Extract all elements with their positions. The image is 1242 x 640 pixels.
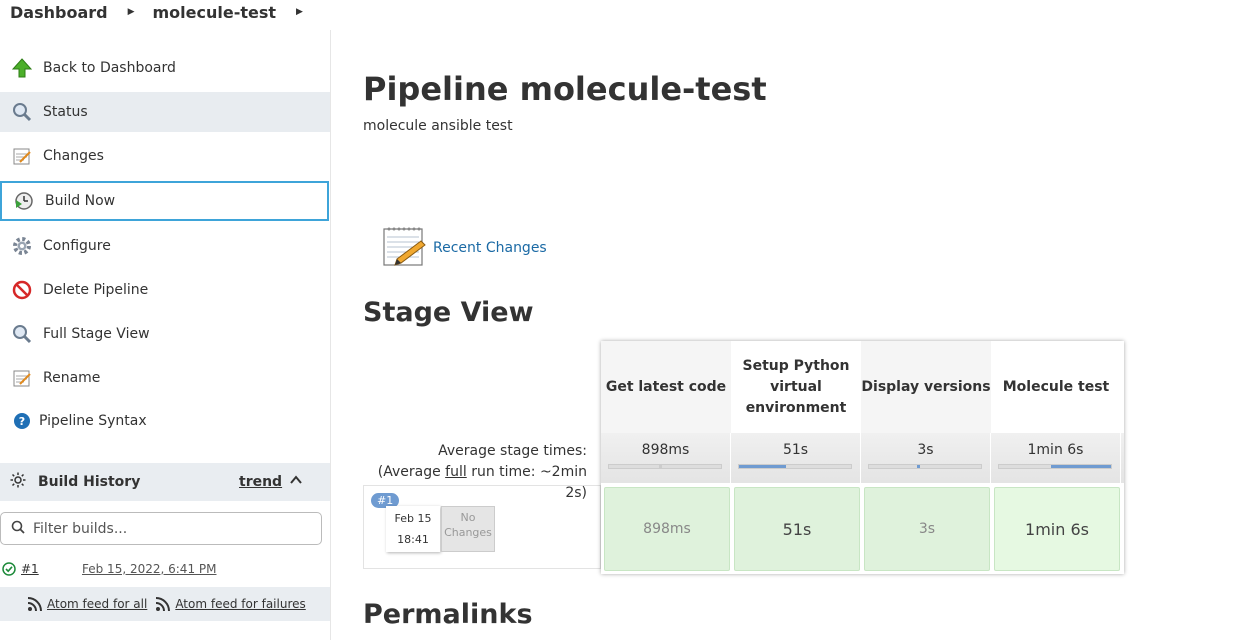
no-entry-icon bbox=[11, 279, 33, 301]
average-time-bar-fill bbox=[1051, 465, 1111, 468]
breadcrumb: Dashboard ▶ molecule-test ▶ bbox=[0, 0, 321, 24]
sidebar-item-build-now[interactable]: Build Now bbox=[0, 181, 329, 221]
stage-header-molecule-test: Molecule test bbox=[1002, 378, 1110, 395]
average-time-bar bbox=[608, 464, 722, 469]
sidebar-item-status[interactable]: Status bbox=[0, 92, 330, 132]
sidebar-item-rename[interactable]: Rename bbox=[0, 358, 330, 398]
build-time: 18:41 bbox=[397, 533, 429, 546]
stage-cell-display-versions[interactable]: 3s bbox=[864, 487, 990, 571]
sidebar-item-changes[interactable]: Changes bbox=[0, 136, 330, 176]
magnifier-icon bbox=[11, 323, 33, 345]
sidebar-item-label: Build Now bbox=[45, 193, 116, 209]
filter-placeholder: Filter builds... bbox=[33, 520, 128, 537]
sidebar-item-label: Changes bbox=[43, 148, 104, 164]
atom-feed-all-label: Atom feed for all bbox=[47, 597, 148, 611]
filter-builds-input[interactable]: Filter builds... bbox=[0, 512, 322, 545]
stage-view-title: Stage View bbox=[363, 297, 534, 328]
breadcrumb-dashboard[interactable]: Dashboard bbox=[10, 3, 108, 22]
rss-icon bbox=[155, 596, 175, 612]
average-times-row: 898ms 51s 3s 1min 6s bbox=[601, 433, 1124, 483]
sidebar-item-label: Delete Pipeline bbox=[43, 282, 149, 298]
success-check-icon bbox=[2, 561, 16, 576]
average-time-bar bbox=[868, 464, 982, 469]
page-title: Pipeline molecule-test bbox=[363, 70, 767, 108]
stage-view-grid: Get latest code Setup Python virtual env… bbox=[601, 341, 1124, 574]
average-time-bar bbox=[998, 464, 1112, 469]
sidebar-item-configure[interactable]: Configure bbox=[0, 226, 330, 266]
notepad-icon bbox=[11, 367, 33, 389]
build-row[interactable]: #1 Feb 15, 2022, 6:41 PM bbox=[0, 553, 330, 584]
magnifier-icon bbox=[11, 101, 33, 123]
stage-header-get-latest-code: Get latest code bbox=[601, 341, 731, 433]
atom-feeds: Atom feed for all Atom feed for failures bbox=[0, 587, 330, 621]
average-time-bar-fill bbox=[739, 465, 786, 468]
stage-cell-get-latest-code[interactable]: 898ms bbox=[604, 487, 730, 571]
breadcrumb-separator-icon[interactable]: ▶ bbox=[296, 7, 303, 17]
search-icon bbox=[11, 520, 25, 538]
no-changes-line: Changes bbox=[444, 526, 492, 539]
svg-text:?: ? bbox=[19, 415, 25, 428]
sidebar-item-label: Pipeline Syntax bbox=[39, 413, 147, 429]
sidebar-item-label: Back to Dashboard bbox=[43, 60, 176, 76]
full-run-link[interactable]: full bbox=[445, 464, 467, 480]
atom-feed-failures-label: Atom feed for failures bbox=[175, 597, 306, 611]
sidebar-item-label: Rename bbox=[43, 370, 101, 386]
build-date-link[interactable]: Feb 15, 2022, 6:41 PM bbox=[82, 562, 216, 576]
build-history-title: Build History bbox=[38, 474, 141, 490]
sidebar-item-delete-pipeline[interactable]: Delete Pipeline bbox=[0, 270, 330, 310]
build-number-link[interactable]: #1 bbox=[21, 562, 39, 576]
average-time-value: 3s bbox=[917, 442, 934, 458]
no-changes-line: No bbox=[460, 511, 476, 524]
breadcrumb-job[interactable]: molecule-test bbox=[153, 3, 277, 22]
average-stage-times-text: Average stage times: bbox=[438, 443, 587, 459]
rss-icon bbox=[27, 596, 47, 612]
stage-header-setup-python: Setup Python virtual environment bbox=[742, 357, 850, 416]
average-time-cell: 898ms bbox=[601, 433, 731, 483]
average-time-value: 51s bbox=[782, 442, 809, 458]
average-time-bar bbox=[738, 464, 852, 469]
no-changes-box: No Changes bbox=[441, 506, 495, 552]
sidebar-item-back-to-dashboard[interactable]: Back to Dashboard bbox=[0, 48, 330, 88]
build-history-header: Build History trend bbox=[0, 463, 330, 501]
average-time-value: 898ms bbox=[641, 442, 690, 458]
average-run-time-text: (Average full run time: ~2min bbox=[377, 464, 587, 480]
sidebar-item-label: Configure bbox=[43, 238, 111, 254]
average-time-cell: 3s bbox=[861, 433, 991, 483]
stage-cell-molecule-test[interactable]: 1min 6s bbox=[994, 487, 1120, 571]
trend-link[interactable]: trend bbox=[239, 474, 282, 490]
average-time-value: 1min 6s bbox=[1027, 442, 1084, 458]
chevron-up-icon[interactable] bbox=[289, 473, 303, 491]
build-date: Feb 15 bbox=[394, 512, 432, 525]
average-time-cell: 51s bbox=[731, 433, 861, 483]
sidebar-item-full-stage-view[interactable]: Full Stage View bbox=[0, 314, 330, 354]
clock-play-icon bbox=[13, 190, 35, 212]
atom-feed-failures-link[interactable]: Atom feed for failures bbox=[155, 596, 306, 612]
stage-cell-setup-python[interactable]: 51s bbox=[734, 487, 860, 571]
permalinks-title: Permalinks bbox=[363, 599, 533, 630]
breadcrumb-separator-icon[interactable]: ▶ bbox=[128, 7, 135, 17]
average-time-cell: 1min 6s bbox=[991, 433, 1121, 483]
up-arrow-icon bbox=[11, 57, 33, 79]
job-description: molecule ansible test bbox=[363, 118, 513, 134]
notepad-icon bbox=[11, 145, 33, 167]
sidebar-item-label: Full Stage View bbox=[43, 326, 150, 342]
sidebar-item-label: Status bbox=[43, 104, 88, 120]
sun-icon bbox=[10, 472, 26, 492]
recent-changes-link[interactable]: Recent Changes bbox=[433, 240, 547, 256]
average-time-bar-fill bbox=[659, 465, 662, 468]
stage-header-display-versions: Display versions bbox=[861, 341, 991, 433]
notepad-icon bbox=[381, 223, 427, 269]
atom-feed-all-link[interactable]: Atom feed for all bbox=[27, 596, 147, 612]
sidebar: Back to Dashboard Status Changes Build N… bbox=[0, 30, 331, 640]
gear-icon bbox=[11, 235, 33, 257]
average-time-bar-fill bbox=[917, 465, 920, 468]
sidebar-item-pipeline-syntax[interactable]: ? Pipeline Syntax bbox=[0, 401, 330, 441]
help-icon: ? bbox=[11, 410, 33, 432]
build-date-card[interactable]: Feb 15 18:41 bbox=[386, 506, 440, 552]
recent-changes[interactable]: Recent Changes bbox=[381, 223, 547, 269]
